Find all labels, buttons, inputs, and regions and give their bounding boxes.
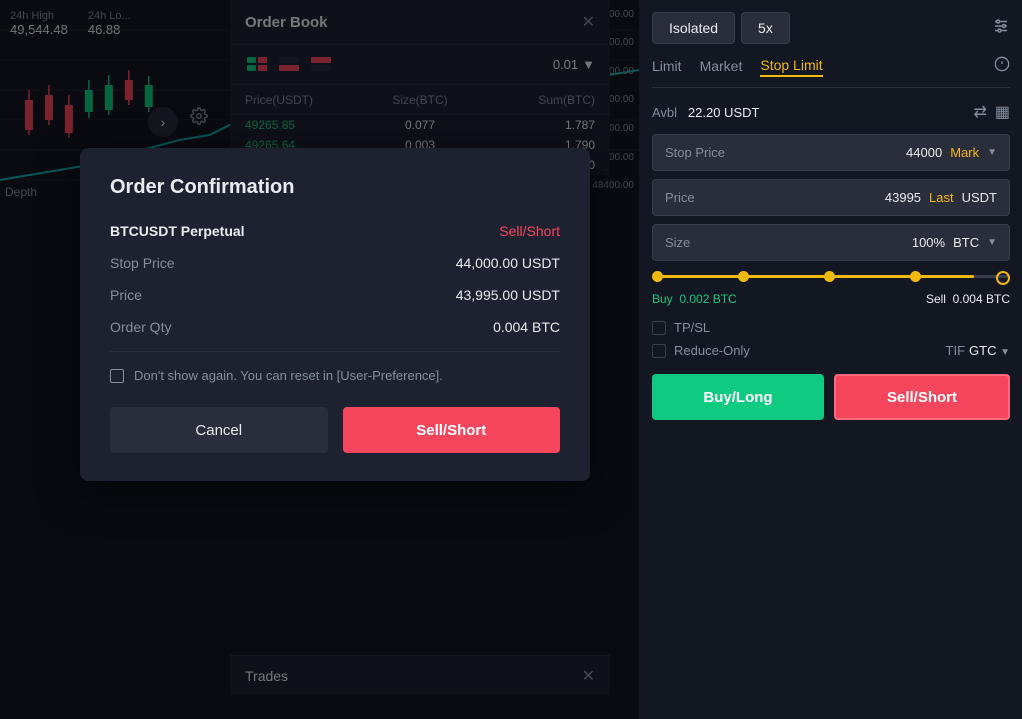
buy-value: 0.002 BTC [679,292,736,306]
size-field[interactable]: Size 100% BTC ▼ [652,224,1010,261]
isolated-button[interactable]: Isolated [652,12,735,44]
avbl-actions: ⇄ ▦ [973,102,1010,122]
slider-dot-50[interactable] [824,271,835,282]
buy-sell-info: Buy 0.002 BTC Sell 0.004 BTC [652,292,1010,306]
stop-price-label: Stop Price [665,145,725,160]
calculator-icon[interactable]: ▦ [995,102,1010,122]
avbl-value: 22.20 USDT [688,105,760,120]
cancel-button[interactable]: Cancel [110,407,328,453]
order-confirmation-modal: Order Confirmation BTCUSDT Perpetual Sel… [80,148,590,481]
transfer-icon[interactable]: ⇄ [973,102,986,122]
slider-dot-100[interactable] [996,271,1010,285]
stop-price-chevron: ▼ [987,147,997,158]
tab-limit[interactable]: Limit [652,58,682,76]
slider-dot-75[interactable] [910,271,921,282]
left-panel: 24h High 49,544.48 24h Lo... 46.88 [0,0,640,719]
modal-qty-label: Order Qty [110,319,171,335]
info-icon[interactable] [994,56,1010,77]
tif-label: TIF [946,343,966,358]
modal-stop-price-value: 44,000.00 USDT [456,255,560,271]
avbl-label: Avbl 22.20 USDT [652,105,759,120]
modal-pair-row: BTCUSDT Perpetual Sell/Short [110,223,560,239]
dont-show-again-checkbox[interactable] [110,369,124,383]
reduce-only-checkbox[interactable] [652,344,666,358]
sell-short-button[interactable]: Sell/Short [343,407,561,453]
modal-buttons: Cancel Sell/Short [110,407,560,453]
modal-price-row: Price 43,995.00 USDT [110,287,560,303]
price-value: 43995 [885,190,921,205]
sell-info: Sell 0.004 BTC [926,292,1010,306]
reduce-only-row: Reduce-Only TIF GTC ▼ [652,343,1010,358]
stop-price-mark: Mark [950,145,979,160]
tif-value[interactable]: GTC ▼ [969,343,1010,358]
dont-show-again-label: Don't show again. You can reset in [User… [134,368,443,383]
slider-dot-0[interactable] [652,271,663,282]
buy-info: Buy 0.002 BTC [652,292,737,306]
buy-long-button[interactable]: Buy/Long [652,374,824,420]
size-value: 100% [912,235,945,250]
price-field[interactable]: Price 43995 Last USDT [652,179,1010,216]
right-panel: Isolated 5x Limit Market Stop Limit [640,0,1022,719]
size-right: 100% BTC ▼ [912,235,997,250]
tif-row: TIF GTC ▼ [946,343,1010,358]
price-right: 43995 Last USDT [885,190,997,205]
price-last: Last [929,190,954,205]
modal-divider [110,351,560,352]
sell-short-main-button[interactable]: Sell/Short [834,374,1010,420]
order-type-tabs: Limit Market Stop Limit [652,56,1010,88]
position-slider[interactable] [652,275,1010,278]
available-row: Avbl 22.20 USDT ⇄ ▦ [652,102,1010,122]
avbl-text: Avbl [652,105,677,120]
modal-price-value: 43,995.00 USDT [456,287,560,303]
modal-title: Order Confirmation [110,176,560,199]
tpsl-label: TP/SL [674,320,710,335]
slider-dots [652,271,1010,285]
stop-price-field[interactable]: Stop Price 44000 Mark ▼ [652,134,1010,171]
action-buttons: Buy/Long Sell/Short [652,374,1010,420]
reduce-only-label: Reduce-Only [674,343,750,358]
modal-qty-row: Order Qty 0.004 BTC [110,319,560,335]
tpsl-row: TP/SL [652,320,1010,335]
slider-dot-25[interactable] [738,271,749,282]
leverage-button[interactable]: 5x [741,12,790,44]
size-label: Size [665,235,690,250]
tab-stop-limit[interactable]: Stop Limit [760,57,822,77]
tab-market[interactable]: Market [700,58,743,76]
tpsl-checkbox[interactable] [652,321,666,335]
modal-stop-price-row: Stop Price 44,000.00 USDT [110,255,560,271]
modal-side-label: Sell/Short [499,223,560,239]
stop-price-value: 44000 [906,145,942,160]
tif-chevron: ▼ [1000,347,1010,358]
modal-stop-price-label: Stop Price [110,255,175,271]
right-top-bar: Isolated 5x [652,12,1010,44]
modal-price-label: Price [110,287,142,303]
price-usdt: USDT [962,190,997,205]
tif-gtc: GTC [969,343,996,358]
modal-qty-value: 0.004 BTC [493,319,560,335]
stop-price-right: 44000 Mark ▼ [906,145,997,160]
sell-label-info: Sell [926,292,946,306]
price-label: Price [665,190,695,205]
size-chevron: ▼ [987,237,997,248]
settings-icon-right[interactable] [992,17,1010,40]
size-btc: BTC [953,235,979,250]
buy-label: Buy [652,292,673,306]
sell-value: 0.004 BTC [953,292,1010,306]
modal-checkbox-row: Don't show again. You can reset in [User… [110,368,560,383]
modal-pair-label: BTCUSDT Perpetual [110,223,245,239]
